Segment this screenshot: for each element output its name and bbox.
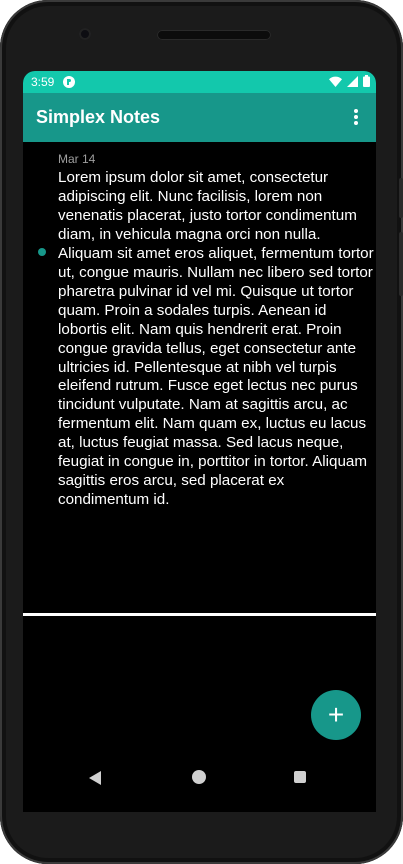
recents-icon[interactable] (294, 771, 306, 783)
status-time: 3:59 (31, 75, 55, 89)
add-icon: + (327, 699, 345, 730)
phone-top-bezel (0, 0, 403, 70)
more-vert-icon[interactable] (346, 106, 366, 128)
status-icons (329, 75, 370, 87)
back-icon[interactable] (89, 771, 101, 785)
note-date: Mar 14 (58, 152, 96, 166)
add-note-button[interactable]: + (311, 690, 361, 740)
home-icon[interactable] (192, 770, 206, 784)
power-button (399, 178, 403, 218)
wifi-icon (329, 76, 342, 87)
cell-signal-icon (347, 75, 358, 87)
app-bar: Simplex Notes (23, 93, 376, 142)
earpiece-speaker (157, 30, 271, 40)
screen: 3:59 Simplex Notes Mar 14 Lorem ipsum do… (23, 71, 376, 812)
notes-app-icon (63, 76, 75, 88)
phone-frame: 3:59 Simplex Notes Mar 14 Lorem ipsum do… (0, 0, 403, 864)
volume-button (399, 232, 403, 296)
note-body: Lorem ipsum dolor sit amet, consectetur … (58, 169, 374, 509)
navigation-bar (23, 755, 376, 812)
app-title: Simplex Notes (36, 107, 161, 127)
front-camera (79, 28, 91, 40)
note-bullet-dot (38, 248, 46, 256)
battery-icon (363, 75, 370, 87)
status-bar: 3:59 (23, 71, 376, 93)
note-divider (23, 613, 376, 616)
